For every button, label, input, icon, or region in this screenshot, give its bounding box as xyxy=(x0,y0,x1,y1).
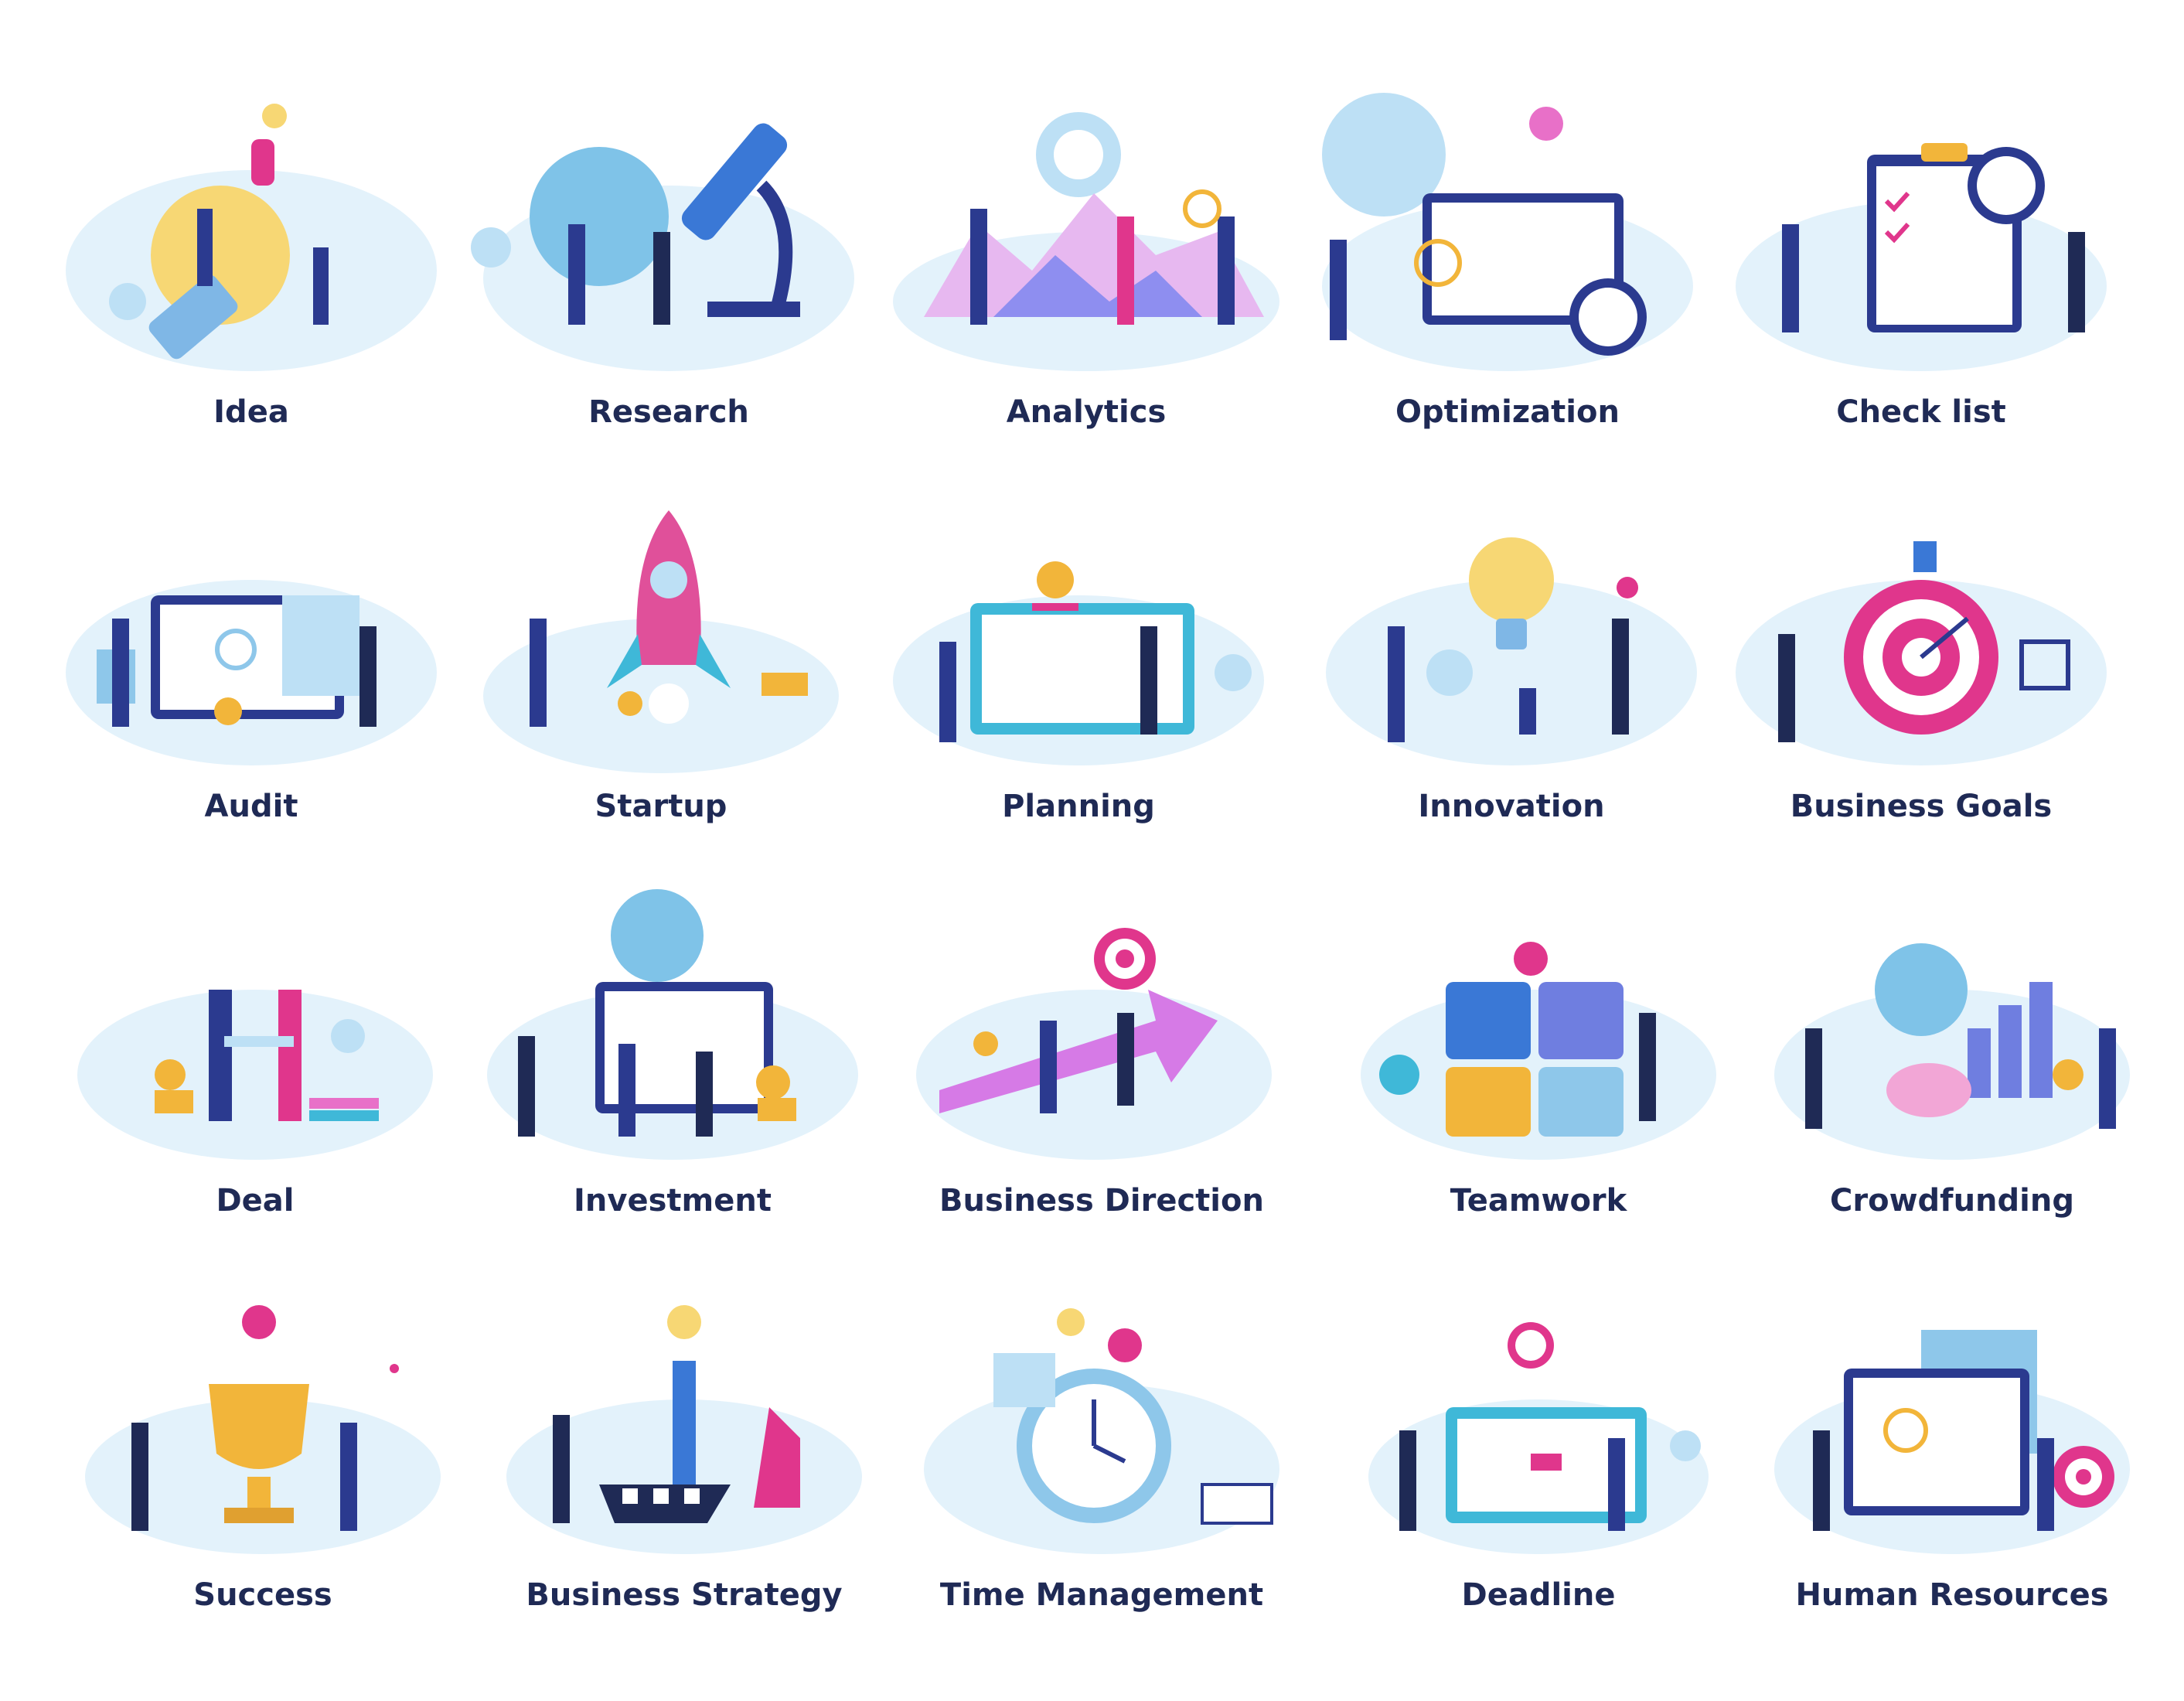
tile-research: Research xyxy=(460,70,877,456)
microscope-icon xyxy=(460,70,877,379)
item-label: Planning xyxy=(1002,789,1155,824)
item-label: Startup xyxy=(595,789,727,824)
coins-icon xyxy=(464,858,881,1168)
tile-business-goals: Business Goals xyxy=(1712,464,2130,850)
rocket-icon xyxy=(452,464,870,773)
tile-investment: Investment xyxy=(464,858,881,1245)
item-label: Idea xyxy=(213,394,289,430)
item-label: Optimization xyxy=(1395,394,1620,430)
tile-check-list: Check list xyxy=(1712,70,2130,456)
monitor-icon xyxy=(43,464,460,773)
lightbulb-icon xyxy=(43,70,460,379)
item-label: Business Strategy xyxy=(526,1577,843,1613)
tile-audit: Audit xyxy=(43,464,460,850)
item-label: Business Goals xyxy=(1790,789,2053,824)
tile-planning: Planning xyxy=(870,464,1287,850)
alarm-icon xyxy=(1330,1253,1747,1562)
stopwatch-icon xyxy=(1299,70,1716,379)
illustration-grid: Idea Research Analytics Optimization Che… xyxy=(0,0,2184,1701)
puzzle-icon xyxy=(1330,858,1747,1168)
item-label: Check list xyxy=(1836,394,2006,430)
tile-time-management: Time Management xyxy=(893,1253,1310,1639)
tile-startup: Startup xyxy=(452,464,870,850)
arrow-icon xyxy=(893,858,1310,1168)
tile-idea: Idea xyxy=(43,70,460,456)
trophy-icon xyxy=(54,1253,472,1562)
item-label: Audit xyxy=(204,789,298,824)
item-label: Business Direction xyxy=(939,1183,1264,1219)
chess-icon xyxy=(475,1253,893,1562)
tile-innovation: Innovation xyxy=(1303,464,1720,850)
lightbulb-icon xyxy=(1303,464,1720,773)
piggy-bank-icon xyxy=(1743,858,2161,1168)
item-label: Teamwork xyxy=(1450,1183,1627,1219)
resume-icon xyxy=(1743,1253,2161,1562)
tile-business-direction: Business Direction xyxy=(893,858,1310,1245)
item-label: Deal xyxy=(216,1183,295,1219)
item-label: Human Resources xyxy=(1795,1577,2109,1613)
tile-success: Success xyxy=(54,1253,472,1639)
tile-teamwork: Teamwork xyxy=(1330,858,1747,1245)
item-label: Analytics xyxy=(1006,394,1167,430)
tile-deadline: Deadline xyxy=(1330,1253,1747,1639)
item-label: Deadline xyxy=(1461,1577,1616,1613)
handshake-icon xyxy=(46,858,464,1168)
clock-icon xyxy=(893,1253,1310,1562)
item-label: Time Management xyxy=(939,1577,1264,1613)
item-label: Investment xyxy=(574,1183,772,1219)
tile-crowdfunding: Crowdfunding xyxy=(1743,858,2161,1245)
calendar-icon xyxy=(870,464,1287,773)
tile-business-strategy: Business Strategy xyxy=(475,1253,893,1639)
clipboard-icon xyxy=(1712,70,2130,379)
item-label: Innovation xyxy=(1418,789,1605,824)
tile-deal: Deal xyxy=(46,858,464,1245)
target-icon xyxy=(1712,464,2130,773)
item-label: Success xyxy=(193,1577,332,1613)
tile-human-resources: Human Resources xyxy=(1743,1253,2161,1639)
item-label: Research xyxy=(588,394,749,430)
tile-analytics: Analytics xyxy=(877,70,1295,456)
chart-icon xyxy=(877,70,1295,379)
tile-optimization: Optimization xyxy=(1299,70,1716,456)
item-label: Crowdfunding xyxy=(1830,1183,2074,1219)
